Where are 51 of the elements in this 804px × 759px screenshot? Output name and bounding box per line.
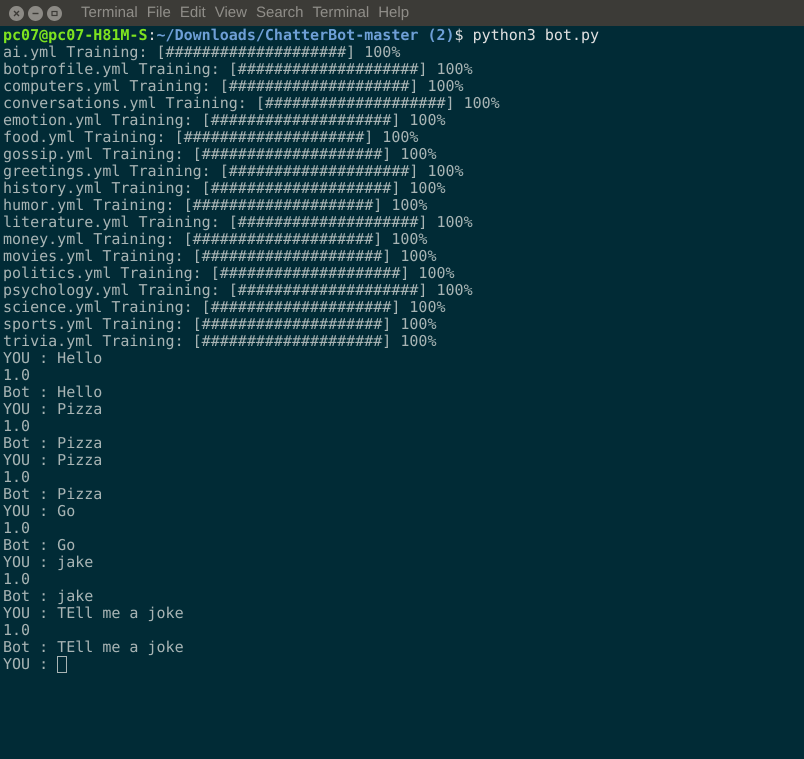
output-line: food.yml Training: [####################] 100% xyxy=(3,128,418,146)
output-line: YOU : jake xyxy=(3,553,94,571)
output-line: movies.yml Training: [####################] 100% xyxy=(3,247,436,265)
output-line: 1.0 xyxy=(3,570,30,588)
output-line: 1.0 xyxy=(3,417,30,435)
output-line: trivia.yml Training: [####################] 100% xyxy=(3,332,436,350)
prompt-path: ~/Downloads/ChatterBot-master (2) xyxy=(156,27,455,44)
menu-item[interactable]: Edit xyxy=(180,2,206,24)
output-line: gossip.yml Training: [####################] 100% xyxy=(3,145,436,163)
menu-item[interactable]: Terminal xyxy=(81,2,138,24)
minimize-button[interactable] xyxy=(28,6,43,20)
output-line: YOU : Pizza xyxy=(3,451,102,469)
maximize-button[interactable] xyxy=(47,6,62,20)
output-line: computers.yml Training: [####################] 100% xyxy=(3,77,464,95)
output-line: psychology.yml Training: [####################] 100% xyxy=(3,281,473,299)
output-line: science.yml Training: [####################] 100% xyxy=(3,298,446,316)
output-line: history.yml Training: [####################] 100% xyxy=(3,179,446,197)
output-line: conversations.yml Training: [####################] 100% xyxy=(3,94,500,112)
output-line: 1.0 xyxy=(3,519,30,537)
menu-item[interactable]: File xyxy=(146,2,171,24)
output-line: emotion.yml Training: [####################] 100% xyxy=(3,111,446,129)
output-line: 1.0 xyxy=(3,468,30,486)
output-line: Bot : Go xyxy=(3,536,76,554)
output-line: ai.yml Training: [####################] 100% xyxy=(3,43,400,61)
output-line: botprofile.yml Training: [####################] 100% xyxy=(3,60,473,78)
output-line: money.yml Training: [####################] 100% xyxy=(3,230,428,248)
close-button[interactable] xyxy=(9,6,24,20)
menu-item[interactable]: Terminal xyxy=(312,2,370,24)
output-line: Bot : Pizza xyxy=(3,434,102,452)
menu-item[interactable]: Help xyxy=(378,2,410,24)
output-line: 1.0 xyxy=(3,366,30,384)
output-line: YOU : Pizza xyxy=(3,400,102,418)
prompt-user-host: pc07@pc07-H81M-S xyxy=(3,27,148,44)
prompt-separator: : xyxy=(148,27,157,44)
output-line: YOU : Go xyxy=(3,502,76,520)
output-line: Bot : TEll me a joke xyxy=(3,638,184,656)
output-line: humor.yml Training: [####################] 100% xyxy=(3,196,428,214)
input-prompt: YOU : xyxy=(3,656,48,673)
output-line: literature.yml Training: [####################] 100% xyxy=(3,213,473,231)
output-line: Bot : Hello xyxy=(3,383,102,401)
output-line: sports.yml Training: [####################] 100% xyxy=(3,315,436,333)
output-line: greetings.yml Training: [####################] 100% xyxy=(3,162,464,180)
output-line: 1.0 xyxy=(3,621,30,639)
command-text: $ python3 bot.py xyxy=(454,27,600,44)
output-line: Bot : Pizza xyxy=(3,485,102,503)
output-line: YOU : TEll me a joke xyxy=(3,604,184,622)
output-line: Bot : jake xyxy=(3,587,94,605)
menu-item[interactable]: View xyxy=(214,2,247,24)
output-line: politics.yml Training: [####################] 100% xyxy=(3,264,455,282)
menu-item[interactable]: Search xyxy=(256,2,304,24)
output-line: YOU : Hello xyxy=(3,349,102,367)
